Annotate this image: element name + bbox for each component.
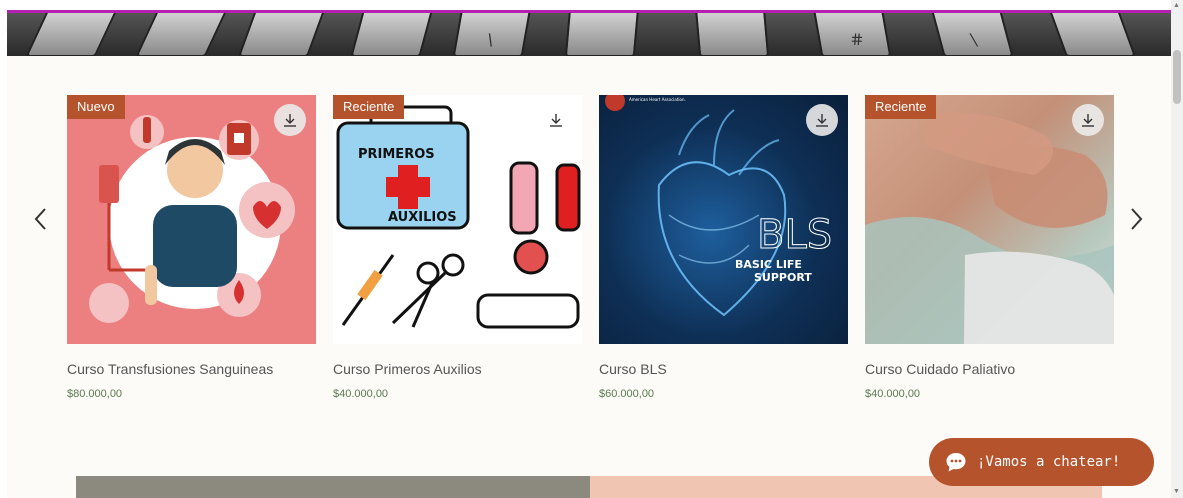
bls-subtitle-2: SUPPORT	[754, 271, 812, 284]
badge-nuevo: Nuevo	[67, 95, 125, 119]
scroll-down-arrow-icon[interactable]: ▼	[1173, 488, 1180, 495]
aha-logo-text: American Heart Association.	[629, 97, 686, 102]
product-title[interactable]: Curso Primeros Auxilios	[333, 361, 582, 377]
keyboard-key	[237, 13, 327, 56]
scrollbar-thumb[interactable]	[1173, 50, 1181, 104]
carousel-next-button[interactable]	[1125, 204, 1147, 234]
key-glyph: \	[486, 30, 495, 49]
product-card[interactable]: American Heart Association. BLS BASIC LI…	[599, 95, 848, 400]
product-card[interactable]: PRIMEROS AUXILIOS Reciente Curso Primero…	[333, 95, 582, 400]
hero-keyboard-banner: \ # \	[7, 13, 1171, 56]
first-aid-kit-illustration: PRIMEROS AUXILIOS	[336, 105, 581, 329]
product-price: $40.000,00	[333, 388, 389, 400]
keyboard-key	[25, 13, 119, 56]
key-glyph: #	[848, 30, 866, 49]
chat-button[interactable]: ¡Vamos a chatear!	[929, 438, 1154, 486]
product-image-first-aid[interactable]: PRIMEROS AUXILIOS Reciente	[333, 95, 582, 344]
scroll-up-arrow-icon[interactable]: ▲	[1173, 2, 1180, 9]
download-button[interactable]	[806, 104, 838, 136]
keyboard-key: \	[930, 13, 1014, 56]
keyboard-key	[564, 13, 640, 56]
download-button[interactable]	[540, 104, 572, 136]
badge-reciente: Reciente	[865, 95, 937, 119]
kit-label-bottom: AUXILIOS	[388, 210, 457, 225]
product-price: $40.000,00	[865, 388, 921, 400]
download-icon	[550, 114, 562, 127]
keyboard-key: \	[452, 13, 532, 56]
keyboard-key	[1047, 13, 1137, 56]
kit-label-top: PRIMEROS	[358, 147, 435, 162]
bls-title-text: BLS	[757, 212, 832, 258]
product-title[interactable]: Curso Transfusiones Sanguineas	[67, 361, 316, 377]
download-icon	[284, 114, 296, 127]
bls-subtitle-1: BASIC LIFE	[735, 258, 802, 271]
key-glyph: \	[968, 30, 979, 49]
carousel-prev-button[interactable]	[30, 204, 52, 234]
product-card[interactable]: Reciente Curso Cuidado Paliativo $40.000…	[865, 95, 1114, 400]
keyboard-key: #	[812, 13, 892, 56]
keyboard-key	[350, 13, 434, 56]
product-title[interactable]: Curso Cuidado Paliativo	[865, 361, 1114, 377]
product-card[interactable]: Nuevo Curso Transfusiones Sanguineas $80…	[67, 95, 316, 400]
chevron-right-icon	[1131, 208, 1143, 230]
banner-image-left	[76, 476, 590, 498]
bls-heart-photo: American Heart Association. BLS BASIC LI…	[605, 95, 833, 317]
download-icon	[1082, 114, 1094, 127]
download-button[interactable]	[274, 104, 306, 136]
product-title[interactable]: Curso BLS	[599, 361, 848, 377]
badge-reciente: Reciente	[333, 95, 405, 119]
product-price: $60.000,00	[599, 388, 655, 400]
download-button[interactable]	[1072, 104, 1104, 136]
chat-button-label: ¡Vamos a chatear!	[977, 454, 1121, 470]
product-image-transfusion[interactable]: Nuevo	[67, 95, 316, 344]
chevron-left-icon	[34, 208, 46, 230]
product-image-bls[interactable]: American Heart Association. BLS BASIC LI…	[599, 95, 848, 344]
page-scrollbar[interactable]: ▲ ▼	[1171, 0, 1183, 498]
chat-bubble-icon	[946, 453, 966, 472]
palliative-hands-photo	[865, 112, 1114, 344]
product-image-palliative[interactable]: Reciente	[865, 95, 1114, 344]
download-icon	[816, 114, 828, 127]
keyboard-key	[694, 13, 770, 56]
product-price: $80.000,00	[67, 388, 123, 400]
transfusion-illustration	[89, 115, 295, 323]
keyboard-key	[135, 13, 229, 56]
